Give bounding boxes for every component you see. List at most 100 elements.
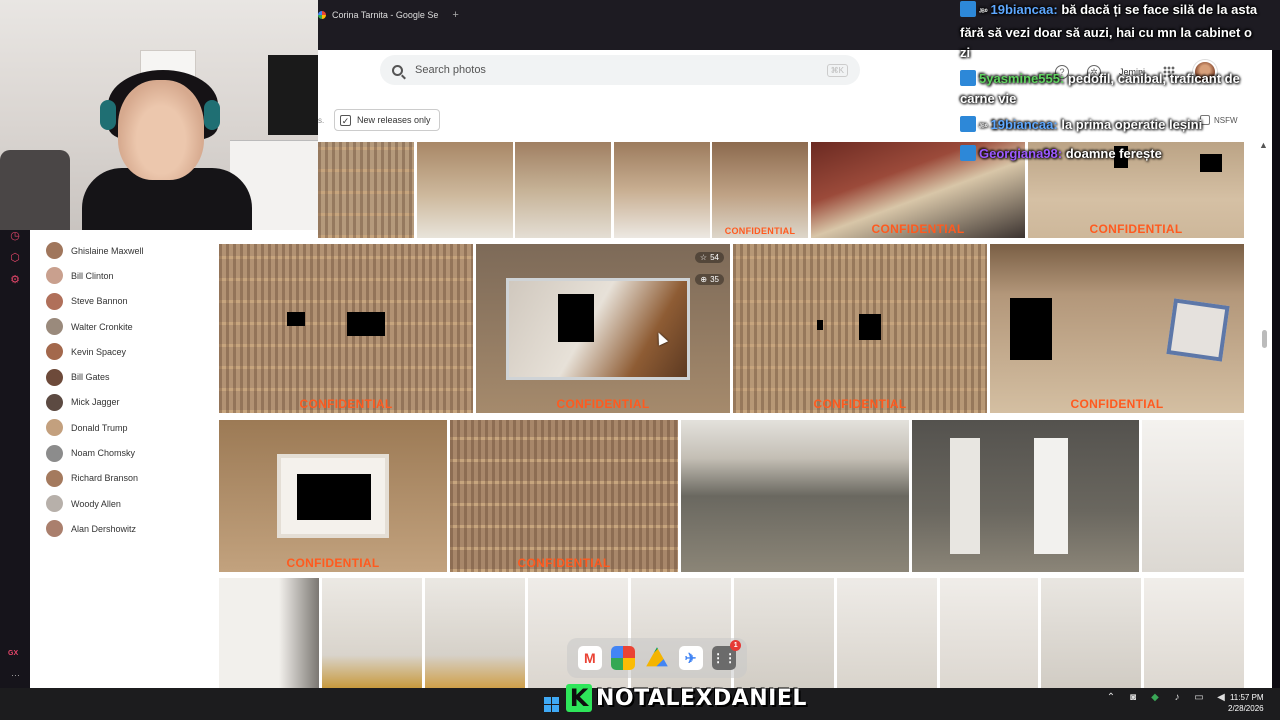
person-avatar — [46, 267, 63, 285]
person-name: Kevin Spacey — [71, 346, 127, 357]
photo-tile[interactable] — [734, 578, 834, 688]
person-avatar — [46, 520, 63, 538]
search-icon — [392, 64, 403, 76]
person-avatar — [46, 242, 63, 260]
tray-expand-icon[interactable]: ⌃ — [1105, 692, 1117, 704]
security-icon[interactable]: ◆ — [1149, 692, 1161, 704]
photo-tile[interactable]: CONFIDENTIAL — [712, 142, 808, 238]
person-filter-item[interactable]: Alan Dershowitz — [46, 516, 216, 541]
settings-icon[interactable]: ⚙ — [9, 274, 21, 286]
chat-username[interactable]: 19biancaa: — [991, 2, 1058, 17]
picture-frame — [1166, 298, 1230, 362]
photo-tile[interactable] — [318, 142, 414, 238]
person-avatar — [46, 444, 63, 462]
person-filter-item[interactable]: Woody Allen — [46, 491, 216, 516]
scrollbar-thumb[interactable] — [1262, 330, 1267, 348]
chat-username[interactable]: 19biancaa: — [991, 117, 1058, 132]
photo-tile[interactable]: CONFIDENTIAL — [219, 244, 473, 413]
history-icon[interactable]: ◷ — [9, 230, 21, 242]
photo-tile[interactable]: CONFIDENTIAL — [733, 244, 987, 413]
redaction-box — [817, 320, 823, 330]
star-icon: ☆ — [699, 253, 708, 262]
person-filter-item[interactable]: Kevin Spacey — [46, 339, 216, 364]
photo-tile[interactable]: CONFIDENTIAL — [450, 420, 678, 572]
person-filter-item[interactable]: Noam Chomsky — [46, 440, 216, 465]
confidential-label: CONFIDENTIAL — [871, 222, 965, 236]
confidential-label: CONFIDENTIAL — [1089, 222, 1183, 236]
extensions-icon[interactable]: ⬡ — [9, 252, 21, 264]
person-name: Woody Allen — [71, 498, 121, 509]
person-avatar — [46, 343, 63, 361]
person-avatar — [46, 393, 63, 411]
chat-username[interactable]: Georgiana98: — [979, 146, 1062, 161]
chat-prefix: ᴶᴮ⁰ — [979, 9, 988, 16]
browser-logo: GX — [8, 650, 19, 657]
microphone-icon[interactable]: ♪ — [1171, 692, 1183, 704]
photo-tile[interactable] — [219, 578, 319, 688]
photo-tile[interactable] — [1142, 420, 1244, 572]
flights-icon[interactable]: ✈ — [678, 646, 703, 670]
photo-tile[interactable] — [417, 142, 513, 238]
person-filter-item[interactable]: Richard Branson — [46, 466, 216, 491]
new-releases-label: New releases only — [357, 115, 431, 125]
browser-tab[interactable]: Corina Tarnita - Google Se + — [318, 4, 469, 26]
photo-tile[interactable]: CONFIDENTIAL — [990, 244, 1244, 413]
person-avatar — [46, 469, 63, 487]
network-icon[interactable]: ▭ — [1193, 692, 1205, 704]
zoom-count-badge[interactable]: ⊕ 35 — [695, 274, 724, 285]
person-name: Walter Cronkite — [71, 321, 133, 332]
photo-tile[interactable] — [912, 420, 1139, 572]
photo-tile[interactable] — [614, 142, 710, 238]
search-bar[interactable]: Search photos ⌘K — [380, 55, 860, 85]
photo-tile[interactable] — [940, 578, 1038, 688]
system-clock[interactable]: 11:57 PM 2/28/2026 — [1228, 692, 1264, 714]
more-icon[interactable]: ··· — [11, 670, 20, 680]
person-filter-item[interactable]: Mick Jagger — [46, 390, 216, 415]
chat-message: ᴶᴮ⁰ 19biancaa: la prima operatie leșini — [960, 115, 1260, 138]
new-releases-filter[interactable]: ✓ New releases only — [334, 109, 440, 131]
apps-icon[interactable]: ⋮⋮ 1 — [712, 640, 742, 670]
person-filter-item[interactable]: Bill Clinton — [46, 263, 216, 288]
photo-tile[interactable] — [322, 578, 422, 688]
photo-tile[interactable]: CONFIDENTIAL — [219, 420, 447, 572]
scroll-up-arrow[interactable]: ▲ — [1259, 140, 1268, 150]
volume-icon[interactable]: ◀ — [1215, 692, 1227, 704]
discord-icon[interactable]: ◙ — [1127, 692, 1139, 704]
tab-title: Corina Tarnita - Google Se — [332, 10, 439, 20]
screen: Corina Tarnita - Google Se + Search phot… — [0, 0, 1280, 720]
new-tab-button[interactable]: + — [452, 9, 458, 21]
webcam-background-chair — [0, 150, 70, 230]
favorite-count-badge[interactable]: ☆ 54 — [694, 252, 724, 263]
new-releases-checkbox[interactable]: ✓ — [340, 114, 351, 126]
photo-tile[interactable] — [515, 142, 611, 238]
search-input[interactable]: Search photos — [415, 64, 827, 76]
windows-start-icon[interactable] — [544, 697, 559, 712]
stream-chat-overlay: ᴶᴮ⁰ 19biancaa: bă dacă ți se face silă de… — [960, 0, 1260, 170]
person-filter-item[interactable]: Ghislaine Maxwell — [46, 238, 216, 263]
person-avatar — [46, 292, 63, 310]
person-name: Bill Clinton — [71, 270, 114, 281]
chat-text: doamne ferește — [1065, 146, 1162, 161]
favorite-count: 54 — [710, 253, 719, 262]
photo-tile[interactable] — [681, 420, 909, 572]
zoom-icon: ⊕ — [700, 275, 708, 284]
confidential-label: CONFIDENTIAL — [286, 556, 380, 570]
photo-tile[interactable] — [1041, 578, 1141, 688]
chat-username[interactable]: 5yasmine555: — [979, 71, 1064, 86]
drive-icon[interactable] — [646, 647, 668, 667]
person-filter-item[interactable]: Bill Gates — [46, 364, 216, 389]
person-filter-item[interactable]: Walter Cronkite — [46, 314, 216, 339]
photos-icon[interactable] — [611, 646, 636, 670]
confidential-label: CONFIDENTIAL — [813, 397, 907, 411]
app-dock: M ✈ ⋮⋮ 1 — [567, 638, 747, 678]
photo-tile[interactable] — [425, 578, 525, 688]
gmail-icon[interactable]: M — [577, 646, 602, 670]
person-filter-item[interactable]: Steve Bannon — [46, 289, 216, 314]
photo-tile-featured[interactable]: ☆ 54 ⊕ 35 CONFIDENTIAL — [476, 244, 730, 413]
person-name: Ghislaine Maxwell — [71, 245, 144, 256]
person-avatar — [46, 368, 63, 386]
person-name: Richard Branson — [71, 473, 139, 484]
photo-tile[interactable] — [1144, 578, 1244, 688]
photo-tile[interactable] — [837, 578, 937, 688]
person-filter-item[interactable]: Donald Trump — [46, 415, 216, 440]
